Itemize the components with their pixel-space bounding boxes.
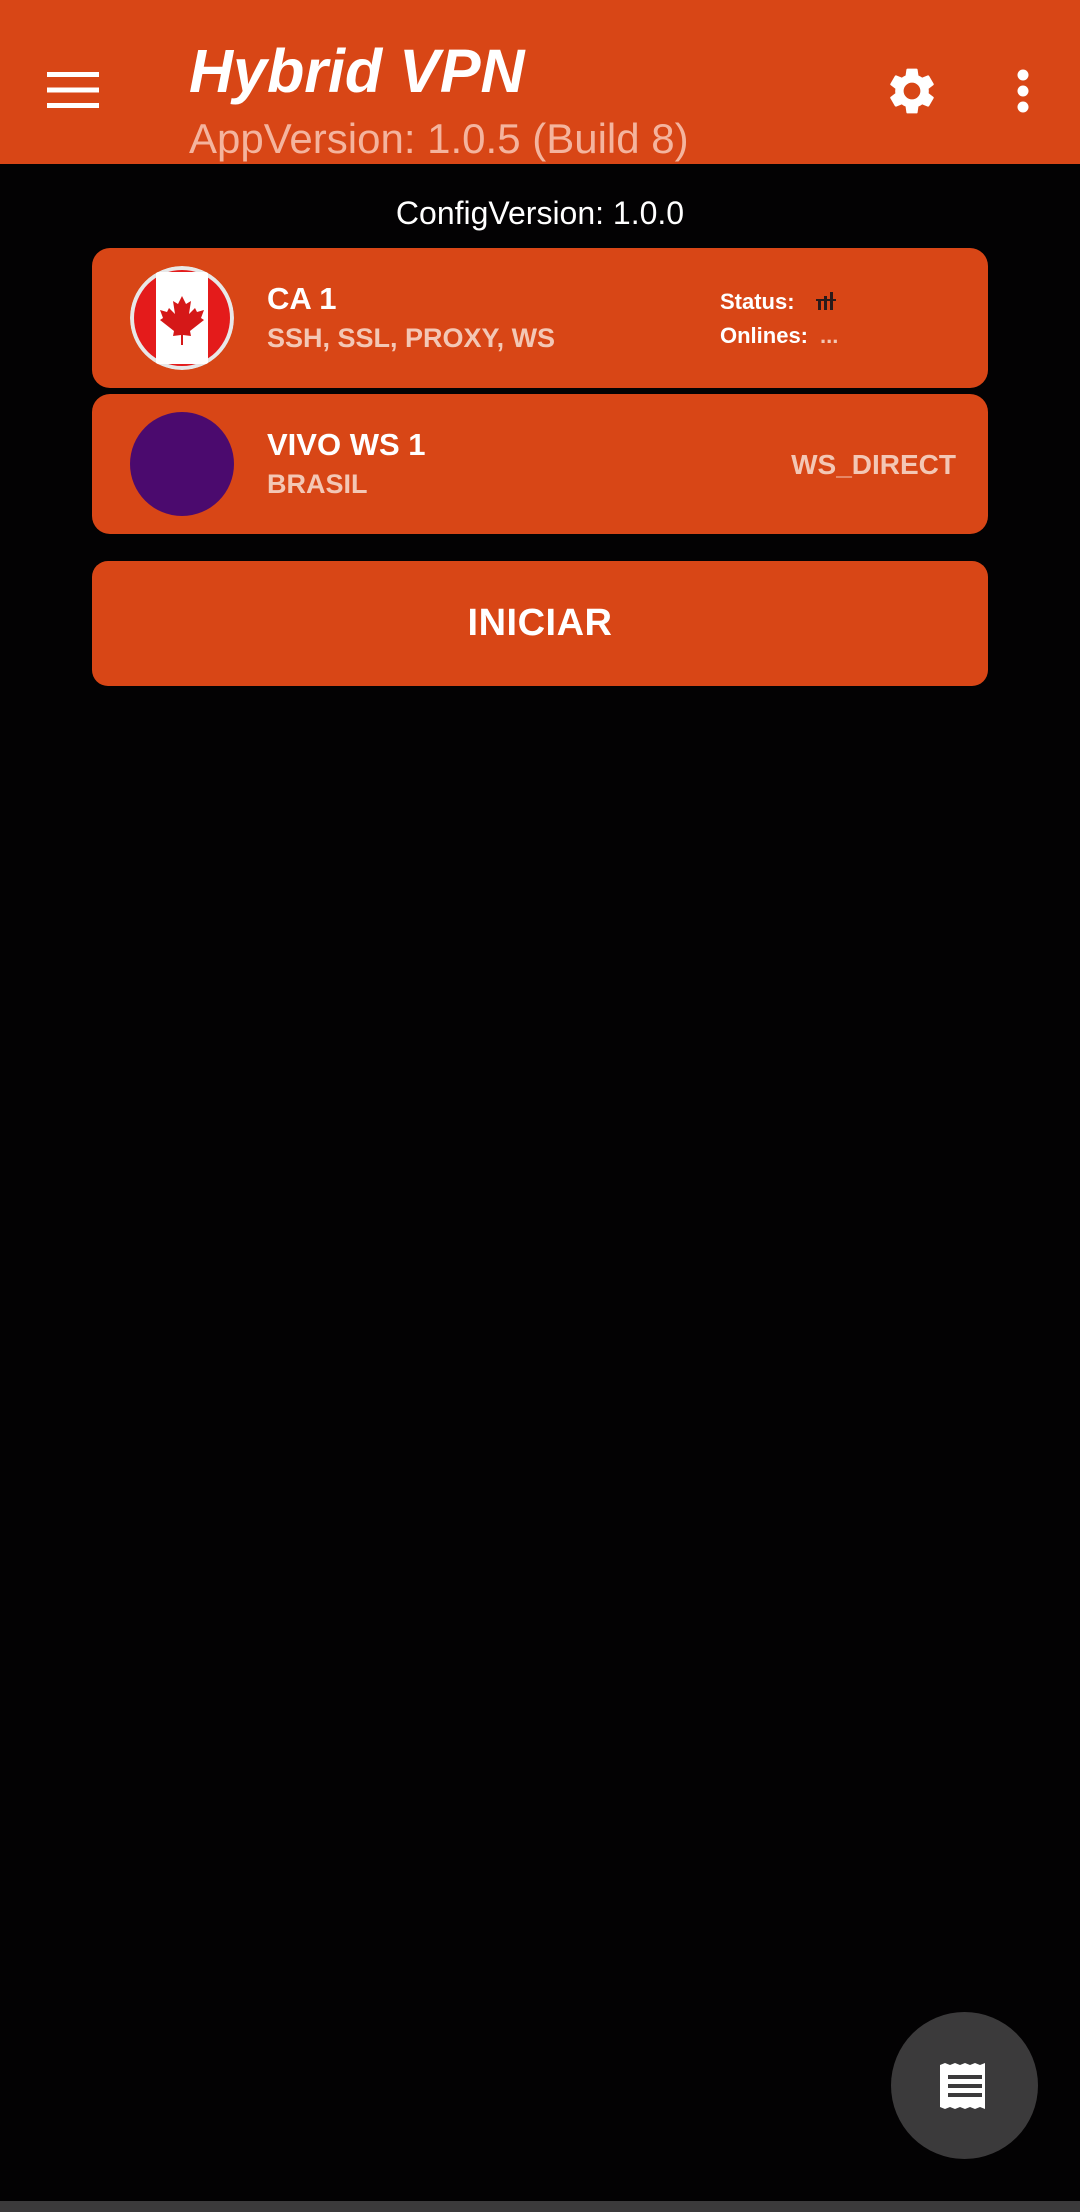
onlines-label: Onlines: — [720, 323, 809, 348]
server-card-vivo-ws-1[interactable]: VIVO WS 1 BRASIL WS_DIRECT — [92, 394, 988, 534]
receipt-log-icon[interactable] — [891, 2012, 1038, 2159]
hamburger-menu-icon[interactable] — [38, 55, 108, 125]
server-card-ca-1[interactable]: CA 1 SSH, SSL, PROXY, WS Status: Onlines… — [92, 248, 988, 388]
onlines-value: ... — [820, 323, 839, 348]
server-name: CA 1 — [267, 281, 337, 316]
more-vertical-icon[interactable] — [1000, 56, 1046, 126]
app-title: Hybrid VPN — [189, 37, 525, 105]
canada-flag-icon — [130, 266, 234, 370]
start-button[interactable]: INICIAR — [92, 561, 988, 686]
config-version: ConfigVersion: 1.0.0 — [395, 195, 685, 231]
server-protocols: SSH, SSL, PROXY, WS — [267, 323, 556, 353]
server-name: VIVO WS 1 — [267, 427, 426, 462]
app-version: AppVersion: 1.0.5 (Build 8) — [189, 115, 689, 162]
connection-mode: WS_DIRECT — [791, 449, 956, 480]
app-bar: Hybrid VPN AppVersion: 1.0.5 (Build 8) — [0, 0, 1080, 164]
server-avatar — [130, 412, 234, 516]
system-nav-bar — [0, 2201, 1080, 2212]
signal-loading-icon — [814, 288, 840, 314]
gear-icon[interactable] — [877, 56, 947, 126]
server-country: BRASIL — [267, 469, 368, 499]
status-label: Status: — [720, 289, 795, 314]
